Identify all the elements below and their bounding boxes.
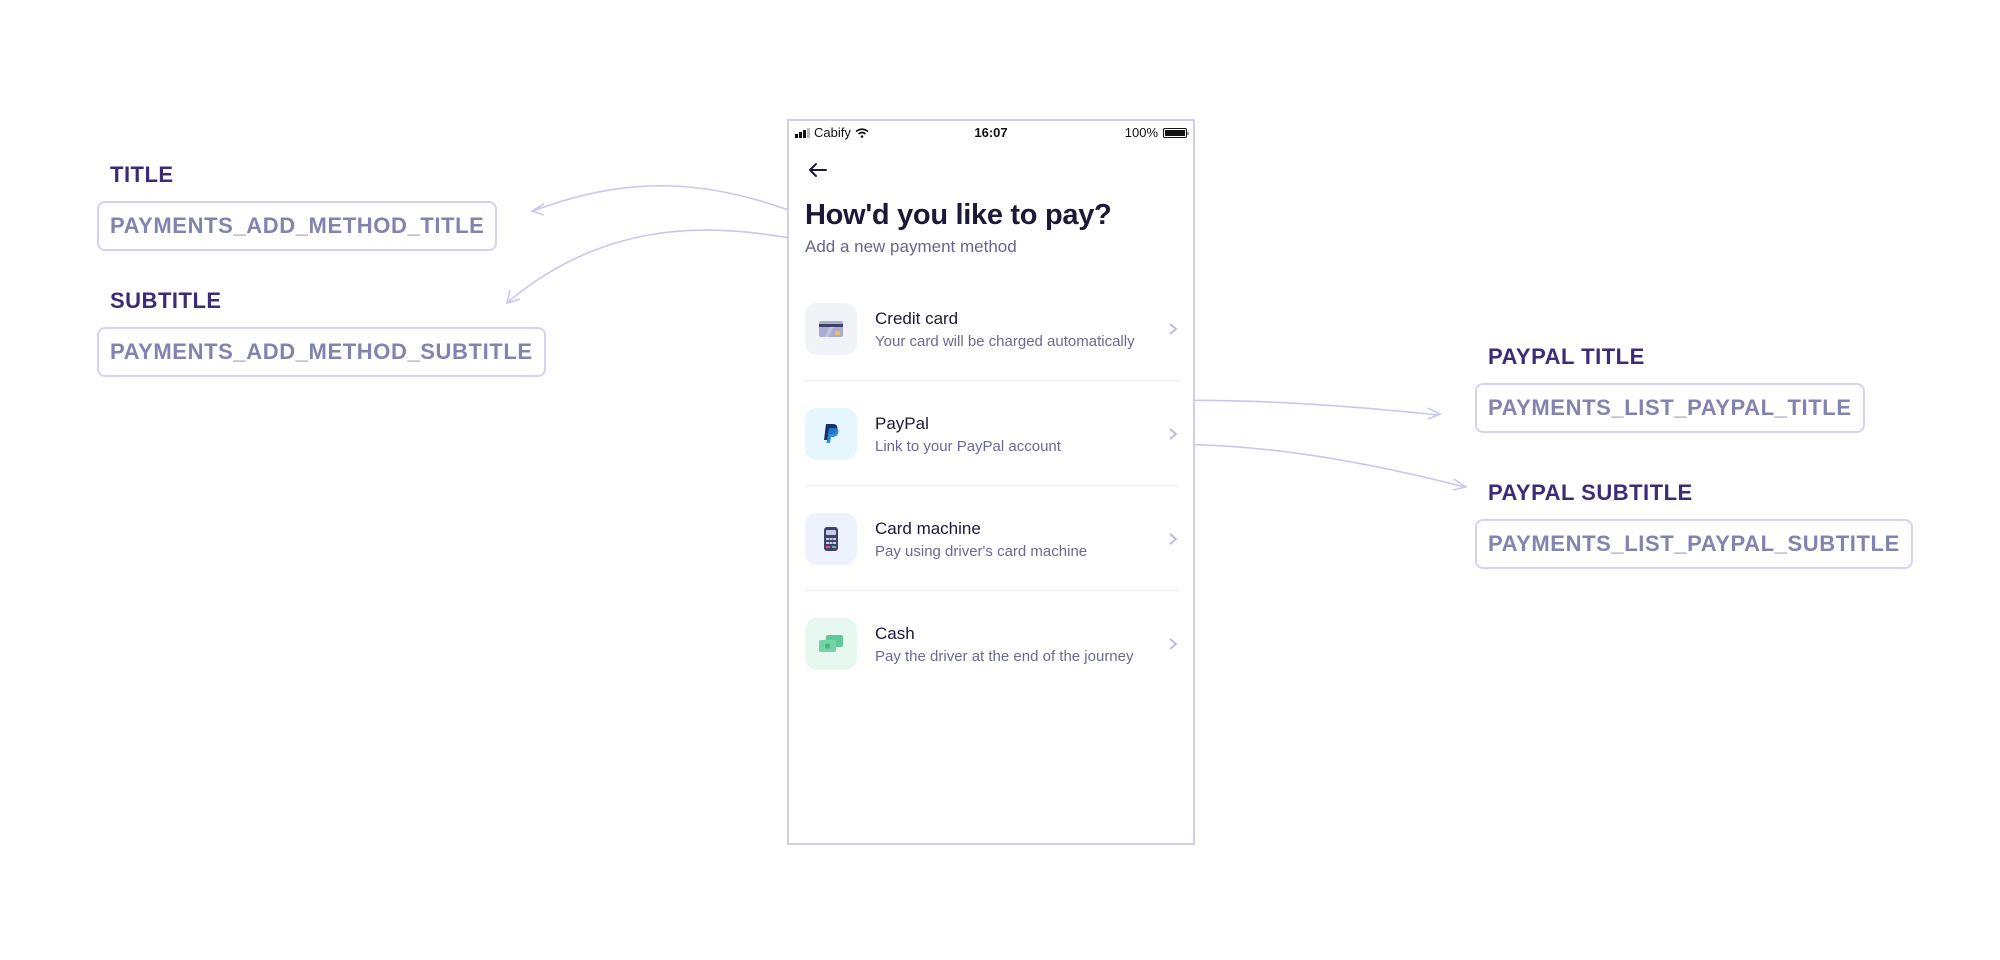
page-subtitle: Add a new payment method xyxy=(805,237,1017,256)
payment-method-cash[interactable]: Cash Pay the driver at the end of the jo… xyxy=(805,592,1179,696)
method-subtitle: Pay the driver at the end of the journey xyxy=(875,648,1134,665)
divider xyxy=(805,380,1179,381)
subtitle-annotation-label: SUBTITLE xyxy=(110,288,222,313)
paypal-title-key-box: PAYMENTS_LIST_PAYPAL_TITLE xyxy=(1475,383,1865,433)
divider xyxy=(805,485,1179,486)
credit-card-icon-tile xyxy=(805,303,857,355)
method-title: Card machine xyxy=(875,519,981,538)
paypal-title-annotation-label: PAYPAL TITLE xyxy=(1488,344,1645,369)
chevron-right-icon xyxy=(1169,323,1178,335)
method-title: Cash xyxy=(875,624,915,643)
payment-method-credit-card[interactable]: Credit card Your card will be charged au… xyxy=(805,277,1179,381)
status-bar: Cabify 16:07 100% xyxy=(789,121,1193,143)
method-subtitle: Pay using driver's card machine xyxy=(875,543,1088,560)
cash-icon xyxy=(819,635,843,652)
title-key-box: PAYMENTS_ADD_METHOD_TITLE xyxy=(97,201,498,251)
payment-method-card-machine[interactable]: Card machine Pay using driver's card mac… xyxy=(805,487,1179,591)
paypal-icon xyxy=(824,424,839,443)
phone-screen: Cabify 16:07 100% How'd you like to pay?… xyxy=(787,119,1195,845)
method-title: Credit card xyxy=(875,309,959,328)
subtitle-connector xyxy=(507,229,800,303)
subtitle-key-box: PAYMENTS_ADD_METHOD_SUBTITLE xyxy=(97,327,546,377)
paypal-subtitle-annotation-label: PAYPAL SUBTITLE xyxy=(1488,480,1693,505)
card-machine-icon-tile xyxy=(805,513,857,565)
divider xyxy=(805,590,1179,591)
battery-icon xyxy=(1163,127,1189,138)
chevron-right-icon xyxy=(1169,428,1178,440)
title-annotation-label: TITLE xyxy=(110,162,174,187)
cash-icon-tile xyxy=(805,618,857,670)
method-subtitle: Your card will be charged automatically xyxy=(875,333,1135,350)
card-machine-icon xyxy=(824,527,838,551)
paypal-icon-tile xyxy=(805,408,857,460)
title-connector xyxy=(532,185,798,214)
method-subtitle: Link to your PayPal account xyxy=(875,438,1061,455)
page-title: How'd you like to pay? xyxy=(805,199,1112,231)
credit-card-icon xyxy=(819,321,843,337)
payment-method-paypal[interactable]: PayPal Link to your PayPal account xyxy=(805,382,1179,486)
back-arrow-icon[interactable] xyxy=(805,157,831,183)
paypal-subtitle-key-box: PAYMENTS_LIST_PAYPAL_SUBTITLE xyxy=(1475,519,1913,569)
battery-percent: 100% xyxy=(1124,125,1158,140)
method-title: PayPal xyxy=(875,414,929,433)
chevron-right-icon xyxy=(1169,533,1178,545)
chevron-right-icon xyxy=(1169,638,1178,650)
